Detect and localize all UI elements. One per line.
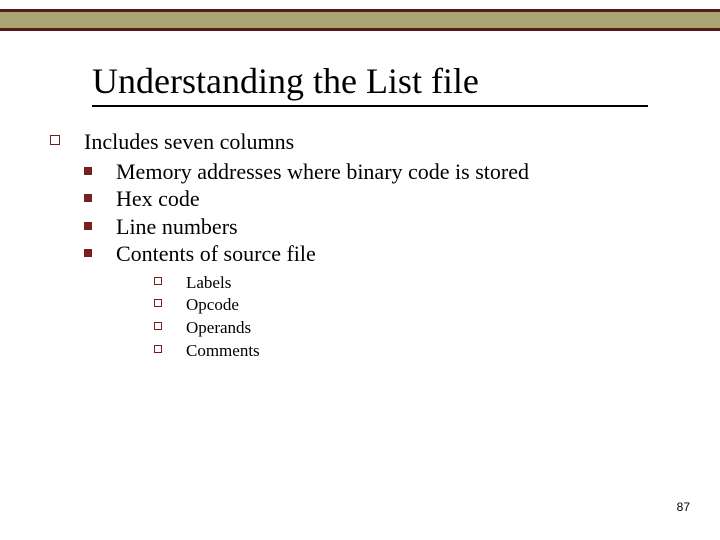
list-item: Hex code bbox=[84, 185, 529, 213]
level1-text: Includes seven columns bbox=[84, 128, 294, 156]
list-item: Line numbers bbox=[84, 213, 529, 241]
level3-text: Opcode bbox=[186, 294, 239, 317]
page-number: 87 bbox=[677, 500, 690, 514]
slide-title: Understanding the List file bbox=[92, 60, 648, 102]
level2-list: Memory addresses where binary code is st… bbox=[84, 158, 529, 364]
square-filled-bullet-icon bbox=[84, 167, 92, 175]
list-item: Opcode bbox=[154, 294, 529, 317]
square-open-bullet-icon bbox=[154, 322, 162, 330]
content-block: Includes seven columns Memory addresses … bbox=[50, 128, 529, 363]
square-open-bullet-icon bbox=[154, 277, 162, 285]
square-filled-bullet-icon bbox=[84, 194, 92, 202]
level2-text: Hex code bbox=[116, 185, 200, 213]
list-item: Memory addresses where binary code is st… bbox=[84, 158, 529, 186]
title-container: Understanding the List file bbox=[92, 60, 648, 107]
list-item: Labels bbox=[154, 272, 529, 295]
level3-list: Labels Opcode Operands Comments bbox=[154, 272, 529, 364]
decorative-top-band bbox=[0, 9, 720, 31]
list-item: Contents of source file bbox=[84, 240, 529, 268]
list-item: Operands bbox=[154, 317, 529, 340]
list-item: Comments bbox=[154, 340, 529, 363]
level2-text: Memory addresses where binary code is st… bbox=[116, 158, 529, 186]
square-open-bullet-icon bbox=[154, 345, 162, 353]
level3-text: Operands bbox=[186, 317, 251, 340]
level2-text: Line numbers bbox=[116, 213, 238, 241]
square-open-bullet-icon bbox=[50, 135, 60, 145]
level3-text: Labels bbox=[186, 272, 231, 295]
square-open-bullet-icon bbox=[154, 299, 162, 307]
level2-text: Contents of source file bbox=[116, 240, 316, 268]
level3-text: Comments bbox=[186, 340, 260, 363]
square-filled-bullet-icon bbox=[84, 249, 92, 257]
square-filled-bullet-icon bbox=[84, 222, 92, 230]
list-item: Includes seven columns bbox=[50, 128, 529, 156]
